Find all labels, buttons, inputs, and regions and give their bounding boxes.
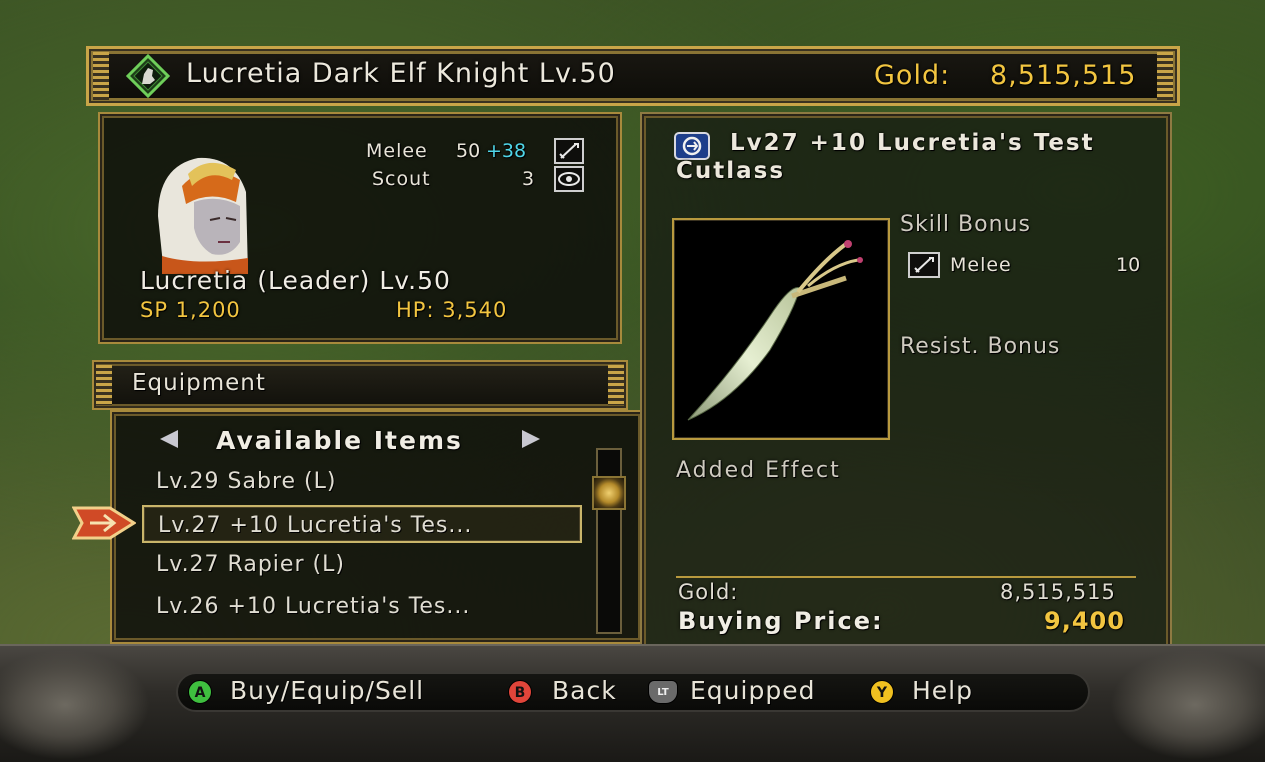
sword-icon xyxy=(554,138,584,164)
list-item[interactable]: Lv.29 Sabre (L) xyxy=(142,463,582,501)
skill-bonus-value: 10 xyxy=(1116,254,1141,276)
skill-melee-base: 50 xyxy=(456,140,481,162)
equipped-label[interactable]: Equipped xyxy=(690,676,815,705)
header-gold-label: Gold: xyxy=(874,60,951,91)
b-button-icon: B xyxy=(508,680,532,704)
buy-equip-sell-label[interactable]: Buy/Equip/Sell xyxy=(230,676,424,705)
skill-scout-label: Scout xyxy=(372,168,431,190)
price-divider xyxy=(676,576,1136,578)
equipment-label: Equipment xyxy=(132,370,266,396)
character-sp: SP 1,200 xyxy=(140,298,241,322)
item-type-icon xyxy=(674,132,710,160)
y-button-icon: Y xyxy=(870,680,894,704)
list-item[interactable]: Lv.27 Rapier (L) xyxy=(142,546,582,584)
skill-bonus-name: Melee xyxy=(950,254,1012,276)
equip-ornament-left xyxy=(96,365,112,405)
buying-price-value: 9,400 xyxy=(1044,607,1125,635)
buying-price-label: Buying Price: xyxy=(678,607,884,635)
character-portrait xyxy=(158,157,248,274)
a-button-icon: A xyxy=(188,680,212,704)
scrollbar-thumb[interactable] xyxy=(592,476,626,510)
list-item-selected[interactable]: Lv.27 +10 Lucretia's Tes... xyxy=(142,505,582,543)
list-item[interactable]: Lv.26 +10 Lucretia's Tes... xyxy=(142,588,582,626)
character-name-line: Lucretia (Leader) Lv.50 xyxy=(140,266,451,295)
list-prev-arrow[interactable] xyxy=(160,430,178,448)
back-label[interactable]: Back xyxy=(552,676,617,705)
skill-melee-label: Melee xyxy=(366,140,428,162)
resist-bonus-label: Resist. Bonus xyxy=(900,334,1061,359)
selection-cursor-icon xyxy=(72,506,136,540)
item-name-line1: Lv27 +10 Lucretia's Test xyxy=(730,130,1095,156)
eye-icon xyxy=(554,166,584,192)
weapon-image-frame xyxy=(672,218,890,440)
header-gold-value: 8,515,515 xyxy=(990,60,1137,91)
available-items-title: Available Items xyxy=(216,426,463,455)
added-effect-label: Added Effect xyxy=(676,458,841,483)
title-ornament-left xyxy=(93,52,109,100)
cutlass-image xyxy=(687,240,863,421)
character-title: Lucretia Dark Elf Knight Lv.50 xyxy=(186,58,616,89)
skill-melee-bonus: +38 xyxy=(486,140,527,162)
character-hp: HP: 3,540 xyxy=(396,298,508,322)
equip-ornament-right xyxy=(608,365,624,405)
skill-bonus-label: Skill Bonus xyxy=(900,212,1031,237)
lt-button-icon: LT xyxy=(648,680,678,704)
detail-gold-value: 8,515,515 xyxy=(1000,580,1116,604)
list-next-arrow[interactable] xyxy=(522,430,540,448)
item-name-line2: Cutlass xyxy=(676,158,786,184)
knight-class-icon xyxy=(126,54,170,98)
detail-gold-label: Gold: xyxy=(678,580,739,604)
skill-scout-base: 3 xyxy=(522,168,535,190)
help-label[interactable]: Help xyxy=(912,676,973,705)
title-ornament-right xyxy=(1157,52,1173,100)
ornament-left xyxy=(0,650,150,760)
ornament-right xyxy=(1110,650,1265,760)
sword-icon xyxy=(908,252,940,278)
